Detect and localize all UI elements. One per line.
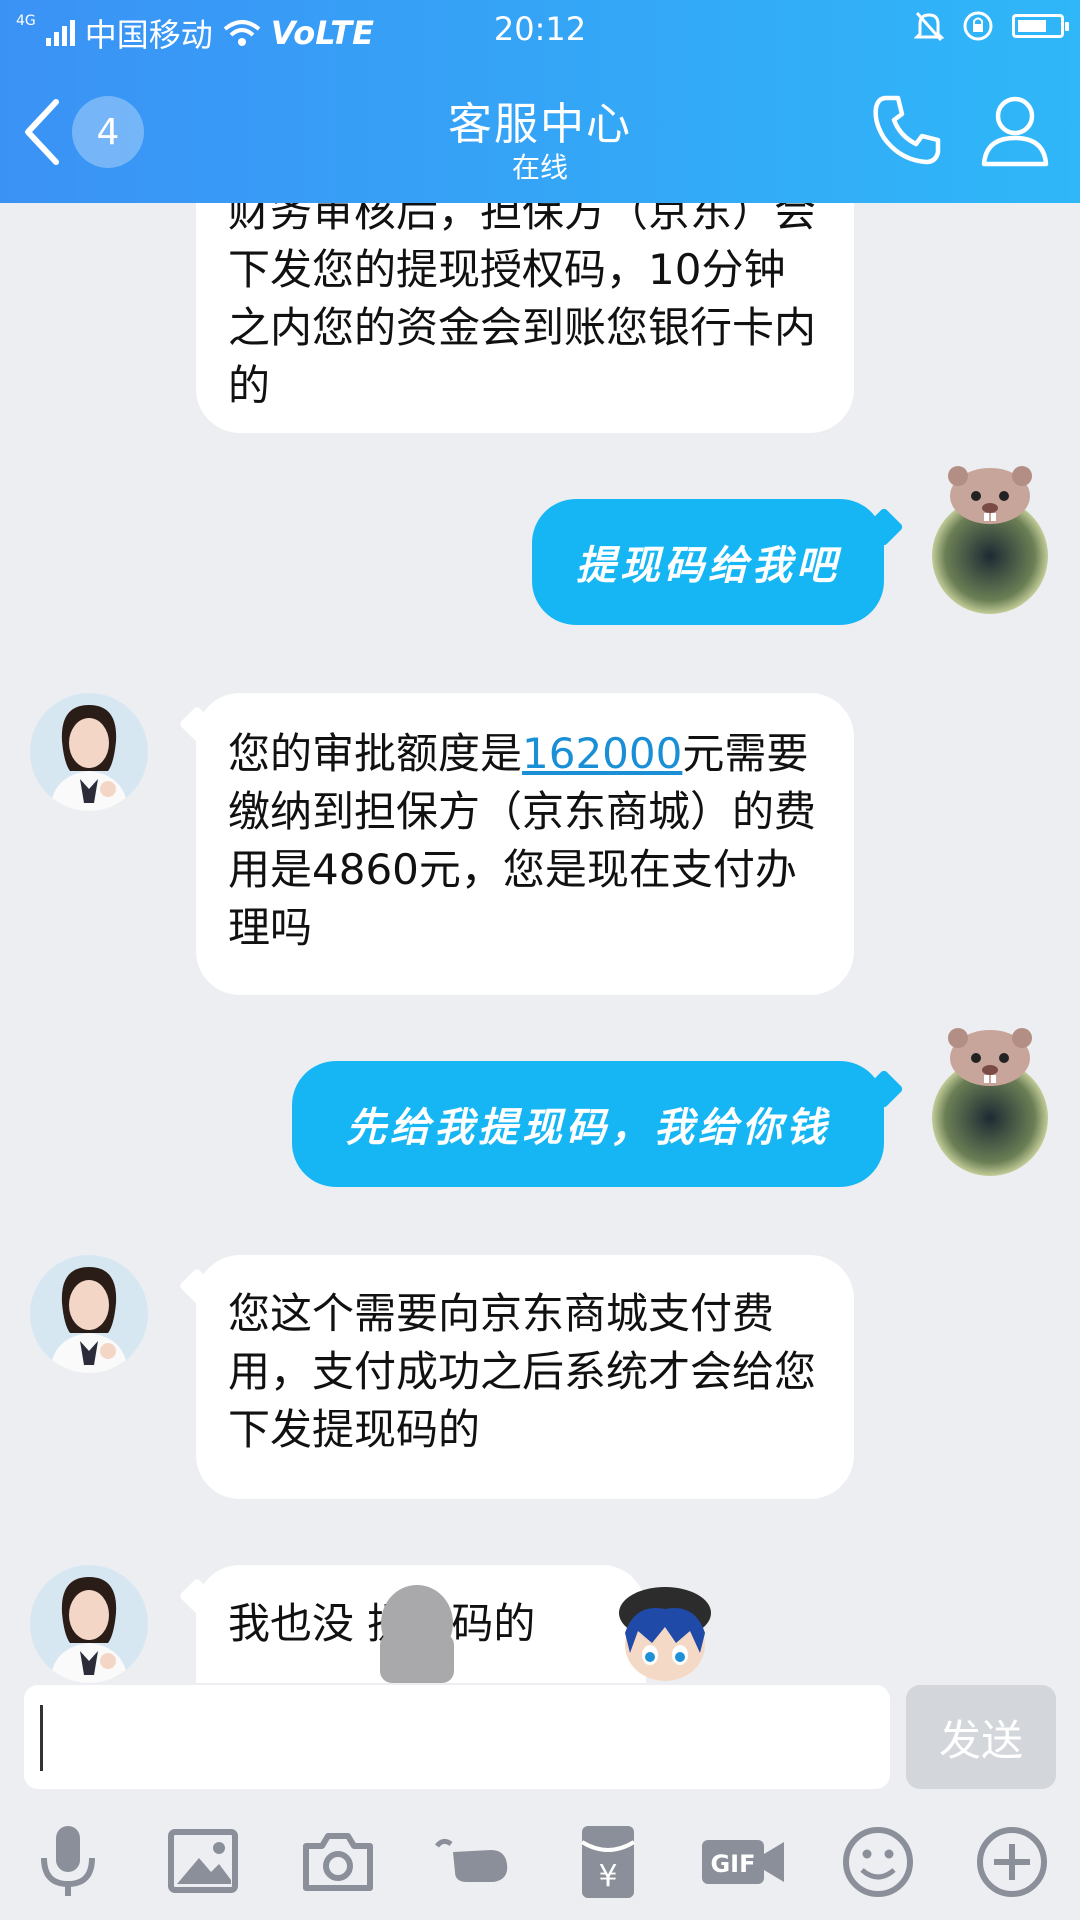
status-right: [914, 10, 1069, 42]
message-text: 您的审批额度是: [228, 729, 523, 778]
red-packet-icon[interactable]: ¥: [568, 1822, 648, 1902]
rotation-lock-icon: [963, 11, 993, 41]
text-cursor: [40, 1705, 43, 1771]
agent-photo-icon: [30, 1255, 148, 1373]
red-packet-symbol: ¥: [598, 1859, 617, 1894]
gif-label: GIF: [710, 1850, 755, 1878]
gif-icon[interactable]: GIF: [700, 1822, 786, 1902]
microphone-icon[interactable]: [28, 1822, 108, 1902]
message-list[interactable]: 财务审核后，担保方（京东）会下发您的提现授权码，10分钟之内您的资金会到账您银行…: [0, 203, 1080, 1683]
user-avatar[interactable]: [928, 1018, 1048, 1178]
image-icon[interactable]: [163, 1822, 243, 1902]
message-text: 您这个需要向京东商城支付费用，支付成功之后系统才会给您下发提现码的: [228, 1289, 817, 1454]
camera-icon[interactable]: [298, 1822, 378, 1902]
poke-icon[interactable]: [433, 1822, 513, 1902]
cartoon-boy-sticker: [619, 1587, 711, 1681]
agent-photo-icon: [30, 693, 148, 811]
agent-message-bubble: 财务审核后，担保方（京东）会下发您的提现授权码，10分钟之内您的资金会到账您银行…: [196, 203, 854, 433]
send-button[interactable]: 发送: [906, 1685, 1056, 1789]
message-input[interactable]: [24, 1685, 890, 1789]
agent-avatar[interactable]: [30, 1565, 148, 1683]
user-message-bubble: 先给我提现码，我给你钱: [292, 1061, 884, 1187]
agent-message-bubble: 您这个需要向京东商城支付费用，支付成功之后系统才会给您下发提现码的: [196, 1255, 854, 1499]
user-message-bubble: 提现码给我吧: [532, 499, 884, 625]
message-composer: 发送: [0, 1683, 1080, 1789]
battery-icon: [1012, 14, 1069, 38]
message-text: 提现码给我吧: [576, 543, 840, 589]
ghost-figure-sticker: [380, 1585, 454, 1683]
profile-icon[interactable]: [980, 92, 1050, 168]
input-toolbar: ¥ GIF: [0, 1800, 1080, 1920]
message-text: 财务审核后，担保方（京东）会下发您的提现授权码，10分钟之内您的资金会到账您银行…: [228, 203, 817, 410]
agent-avatar[interactable]: [30, 693, 148, 811]
emoji-icon[interactable]: [838, 1822, 918, 1902]
message-text: 先给我提现码，我给你钱: [346, 1105, 830, 1151]
user-avatar[interactable]: [928, 456, 1048, 616]
agent-avatar[interactable]: [30, 1255, 148, 1373]
amount-link[interactable]: 162000: [522, 729, 682, 778]
plus-icon[interactable]: [972, 1822, 1052, 1902]
nav-bar: 4 客服中心 在线: [0, 70, 1080, 200]
agent-message-bubble: 您的审批额度是162000元需要缴纳到担保方（京东商城）的费用是4860元，您是…: [196, 693, 854, 995]
phone-icon[interactable]: [870, 92, 946, 168]
silent-bell-icon: [914, 12, 944, 41]
status-bar: 4G 中国移动 VoLTE 20:12: [0, 0, 1080, 56]
chat-header: 4G 中国移动 VoLTE 20:12 4 客服中心 在线: [0, 0, 1080, 203]
agent-photo-icon: [30, 1565, 148, 1683]
